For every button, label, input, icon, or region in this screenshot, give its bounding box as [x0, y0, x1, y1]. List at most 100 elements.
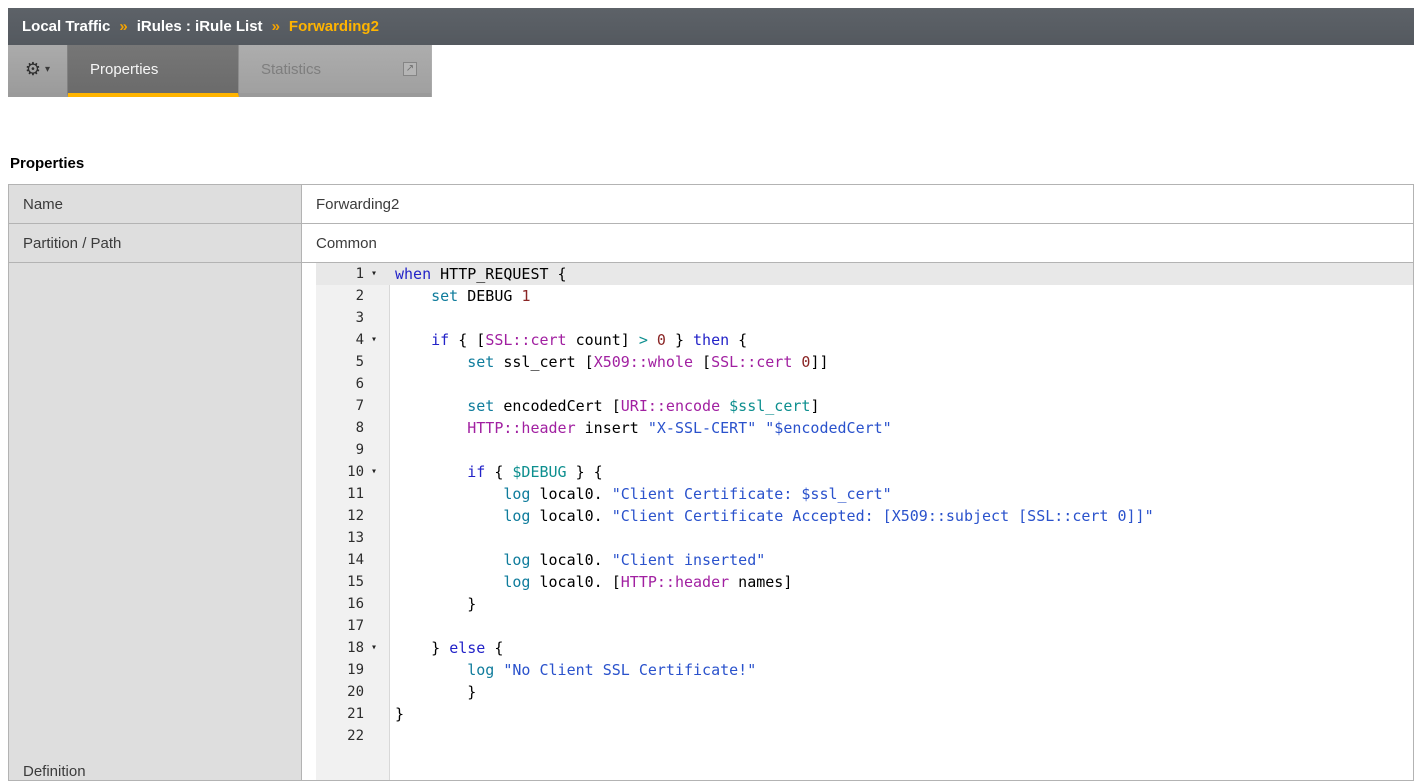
- line-gutter: 17: [316, 615, 389, 637]
- line-number: 18: [316, 637, 364, 659]
- code-line[interactable]: 21}: [316, 703, 1413, 725]
- line-gutter: 3: [316, 307, 389, 329]
- line-gutter: 8: [316, 417, 389, 439]
- breadcrumb-current-item: Forwarding2: [289, 18, 379, 35]
- code-line[interactable]: 19 log "No Client SSL Certificate!": [316, 659, 1413, 681]
- fold-arrow-icon[interactable]: ▾: [364, 263, 384, 285]
- definition-cell: 1▾when HTTP_REQUEST {2 set DEBUG 134▾ if…: [302, 263, 1414, 781]
- line-gutter: 7: [316, 395, 389, 417]
- code-text: log local0. "Client inserted": [389, 549, 765, 571]
- line-gutter: 11: [316, 483, 389, 505]
- code-text: log local0. "Client Certificate Accepted…: [389, 505, 1154, 527]
- fold-arrow-icon[interactable]: ▾: [364, 461, 384, 483]
- tab-properties-label: Properties: [90, 61, 158, 78]
- line-gutter: 22: [316, 725, 389, 747]
- definition-label: Definition: [9, 263, 302, 781]
- code-line[interactable]: 14 log local0. "Client inserted": [316, 549, 1413, 571]
- code-text: } else {: [389, 637, 503, 659]
- page-title: Properties: [10, 155, 1414, 172]
- code-line[interactable]: 7 set encodedCert [URI::encode $ssl_cert…: [316, 395, 1413, 417]
- line-gutter: 4▾: [316, 329, 389, 351]
- breadcrumb-separator-icon: »: [119, 18, 127, 35]
- line-number: 15: [316, 571, 364, 593]
- fold-arrow-icon[interactable]: ▾: [364, 637, 384, 659]
- code-line[interactable]: 13: [316, 527, 1413, 549]
- code-line[interactable]: 6: [316, 373, 1413, 395]
- code-line[interactable]: 18▾ } else {: [316, 637, 1413, 659]
- line-number: 21: [316, 703, 364, 725]
- line-number: 2: [316, 285, 364, 307]
- code-line[interactable]: 16 }: [316, 593, 1413, 615]
- line-number: 14: [316, 549, 364, 571]
- code-line[interactable]: 1▾when HTTP_REQUEST {: [316, 263, 1413, 285]
- line-number: 12: [316, 505, 364, 527]
- line-number: 9: [316, 439, 364, 461]
- line-number: 3: [316, 307, 364, 329]
- code-line[interactable]: 8 HTTP::header insert "X-SSL-CERT" "$enc…: [316, 417, 1413, 439]
- code-text: log "No Client SSL Certificate!": [389, 659, 756, 681]
- partition-path-value: Common: [302, 224, 1414, 263]
- breadcrumb-separator-icon: »: [272, 18, 280, 35]
- code-text: set DEBUG 1: [389, 285, 530, 307]
- line-gutter: 20: [316, 681, 389, 703]
- line-gutter: 18▾: [316, 637, 389, 659]
- bigip-irule-page: Local Traffic » iRules : iRule List » Fo…: [0, 0, 1420, 781]
- line-number: 4: [316, 329, 364, 351]
- code-line[interactable]: 5 set ssl_cert [X509::whole [SSL::cert 0…: [316, 351, 1413, 373]
- tab-statistics[interactable]: Statistics ↗: [239, 45, 431, 97]
- chevron-down-icon: ▾: [45, 64, 50, 75]
- line-gutter: 9: [316, 439, 389, 461]
- line-number: 13: [316, 527, 364, 549]
- line-number: 5: [316, 351, 364, 373]
- breadcrumb: Local Traffic » iRules : iRule List » Fo…: [8, 8, 1414, 45]
- tab-bar: ⚙ ▾ Properties Statistics ↗: [8, 45, 432, 97]
- external-link-icon: ↗: [403, 62, 417, 76]
- line-gutter: 1▾: [316, 263, 389, 285]
- fold-arrow-icon[interactable]: ▾: [364, 329, 384, 351]
- code-line[interactable]: 22: [316, 725, 1413, 747]
- code-line[interactable]: 4▾ if { [SSL::cert count] > 0 } then {: [316, 329, 1413, 351]
- line-gutter: 5: [316, 351, 389, 373]
- line-number: 11: [316, 483, 364, 505]
- code-text: set encodedCert [URI::encode $ssl_cert]: [389, 395, 819, 417]
- code-line[interactable]: 15 log local0. [HTTP::header names]: [316, 571, 1413, 593]
- code-text: log local0. [HTTP::header names]: [389, 571, 792, 593]
- code-line[interactable]: 20 }: [316, 681, 1413, 703]
- line-number: 1: [316, 263, 364, 285]
- code-text: log local0. "Client Certificate: $ssl_ce…: [389, 483, 892, 505]
- code-text: if { $DEBUG } {: [389, 461, 603, 483]
- breadcrumb-section-link[interactable]: Local Traffic: [22, 18, 110, 35]
- line-number: 17: [316, 615, 364, 637]
- line-number: 19: [316, 659, 364, 681]
- code-line[interactable]: 17: [316, 615, 1413, 637]
- line-gutter: 14: [316, 549, 389, 571]
- line-gutter: 12: [316, 505, 389, 527]
- line-number: 10: [316, 461, 364, 483]
- line-number: 7: [316, 395, 364, 417]
- code-line[interactable]: 3: [316, 307, 1413, 329]
- line-number: 8: [316, 417, 364, 439]
- tab-properties[interactable]: Properties: [68, 45, 239, 97]
- line-number: 20: [316, 681, 364, 703]
- breadcrumb-path-link[interactable]: iRules : iRule List: [137, 18, 263, 35]
- code-line[interactable]: 9: [316, 439, 1413, 461]
- gear-menu-button[interactable]: ⚙ ▾: [8, 45, 68, 97]
- table-row: Name Forwarding2: [9, 185, 1414, 224]
- code-line[interactable]: 10▾ if { $DEBUG } {: [316, 461, 1413, 483]
- line-number: 6: [316, 373, 364, 395]
- code-line[interactable]: 12 log local0. "Client Certificate Accep…: [316, 505, 1413, 527]
- gear-icon: ⚙: [25, 60, 41, 78]
- line-gutter: 13: [316, 527, 389, 549]
- table-row: Definition 1▾when HTTP_REQUEST {2 set DE…: [9, 263, 1414, 781]
- code-editor[interactable]: 1▾when HTTP_REQUEST {2 set DEBUG 134▾ if…: [316, 263, 1413, 780]
- code-editor-lines: 1▾when HTTP_REQUEST {2 set DEBUG 134▾ if…: [316, 263, 1413, 747]
- line-gutter: 15: [316, 571, 389, 593]
- code-line[interactable]: 2 set DEBUG 1: [316, 285, 1413, 307]
- line-gutter: 21: [316, 703, 389, 725]
- code-text: }: [389, 681, 476, 703]
- tab-statistics-label: Statistics: [261, 61, 321, 78]
- code-text: }: [389, 593, 476, 615]
- code-text: set ssl_cert [X509::whole [SSL::cert 0]]: [389, 351, 829, 373]
- properties-table: Name Forwarding2 Partition / Path Common…: [8, 184, 1414, 781]
- code-line[interactable]: 11 log local0. "Client Certificate: $ssl…: [316, 483, 1413, 505]
